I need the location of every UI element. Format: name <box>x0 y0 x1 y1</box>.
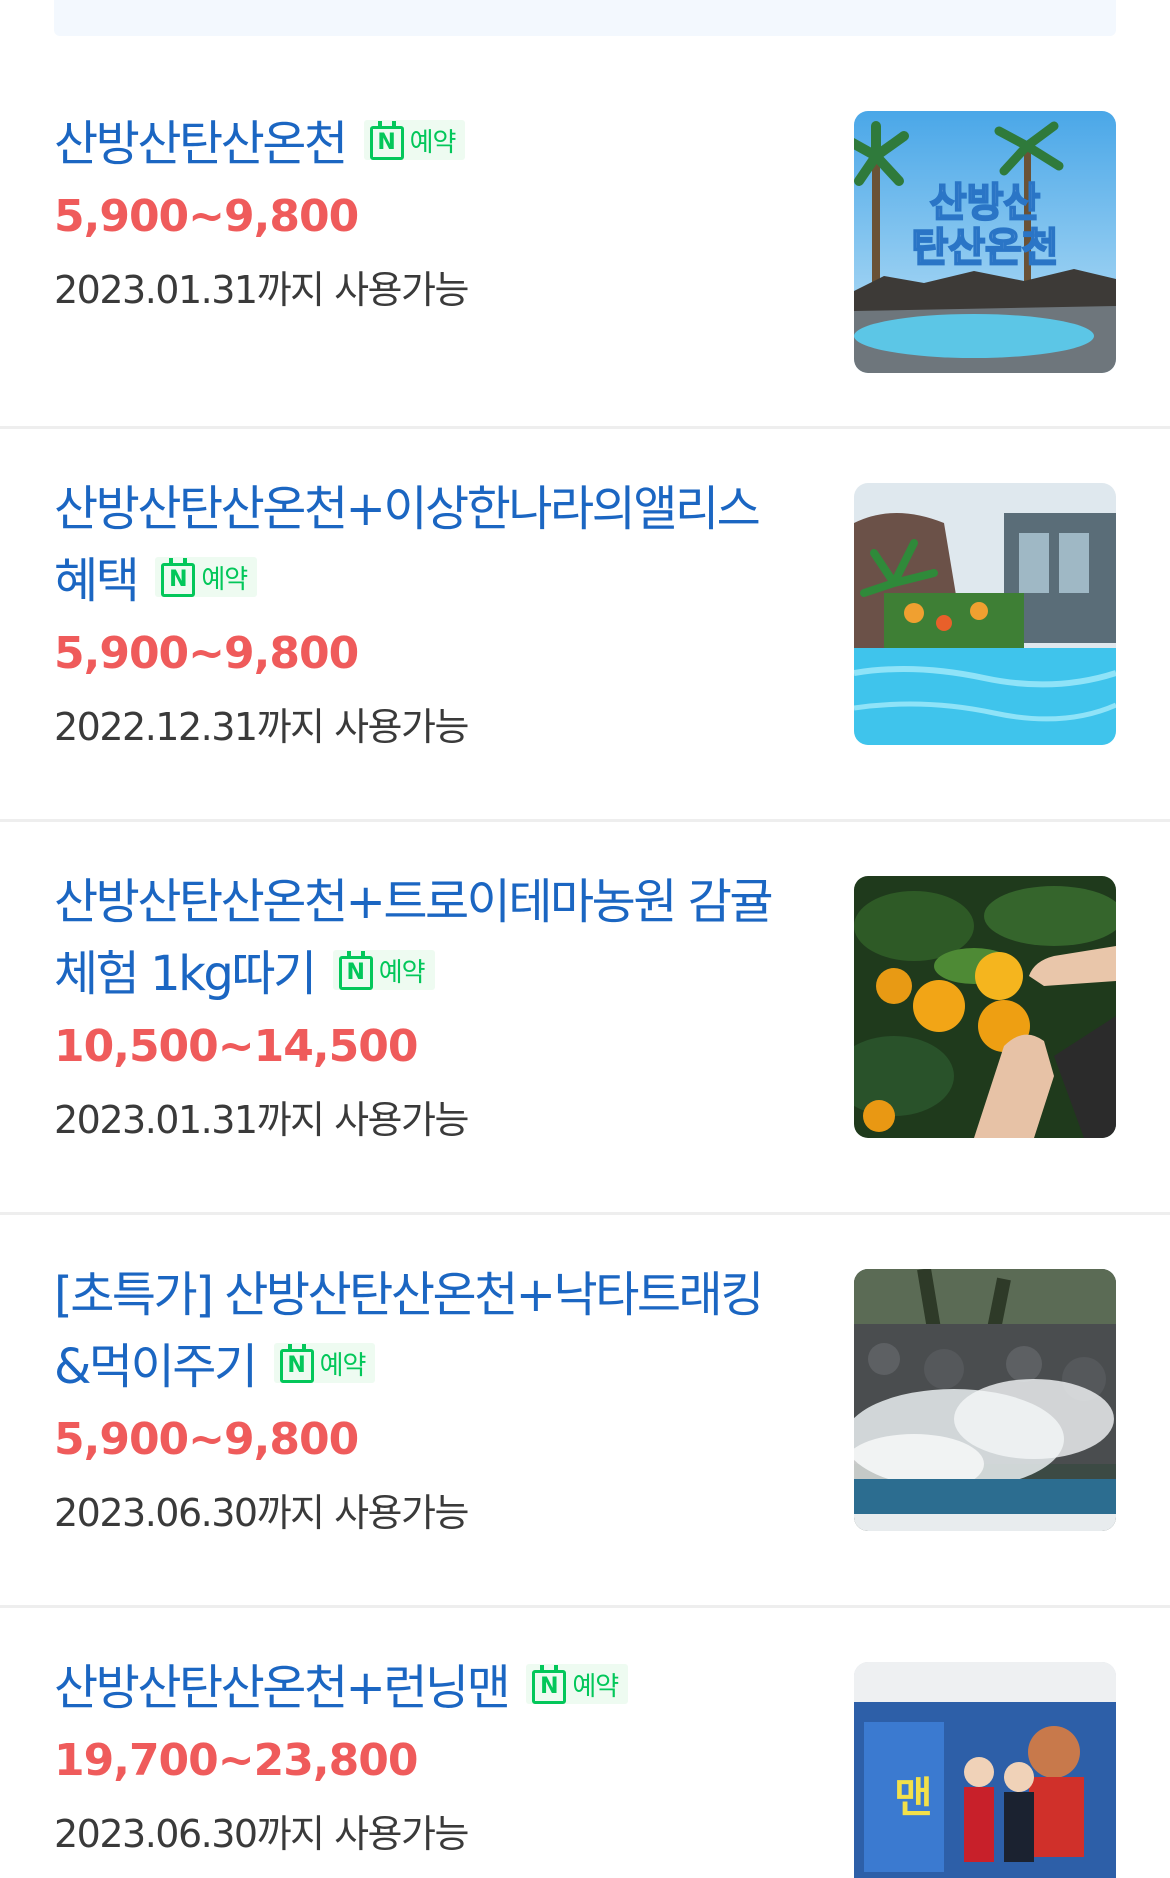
deal-price: 5,900~9,800 <box>54 1414 359 1465</box>
deal-item[interactable]: 산방산탄산온천 N 예약 5,900~9,800 2023.01.31까지 사용가능 <box>0 36 1170 429</box>
deal-title[interactable]: 산방산탄산온천 N 예약 <box>54 108 794 180</box>
naver-booking-calendar-icon: N <box>532 1665 567 1704</box>
deal-price: 5,900~9,800 <box>54 191 359 242</box>
top-banner-edge <box>54 0 1116 36</box>
naver-booking-calendar-icon: N <box>161 558 196 597</box>
deal-thumbnail-steam-spa[interactable] <box>854 1269 1116 1531</box>
naver-booking-calendar-icon: N <box>369 121 404 160</box>
deal-validity: 2023.01.31까지 사용가능 <box>54 268 469 312</box>
deal-title[interactable]: 산방산탄산온천+런닝맨 N 예약 <box>54 1652 794 1724</box>
deal-item[interactable]: 산방산탄산온천+이상한나라의앨리스 혜택 N 예약 5,900~9,800 2022… <box>0 429 1170 822</box>
deal-title[interactable]: [초특가] 산방산탄산온천+낙타트래킹&먹이주기 N 예약 <box>54 1259 794 1403</box>
deal-validity: 2023.01.31까지 사용가능 <box>54 1098 469 1142</box>
svg-text:맨: 맨 <box>894 1773 933 1822</box>
booking-badge: N 예약 <box>526 1664 629 1704</box>
naver-booking-calendar-icon: N <box>279 1344 314 1383</box>
booking-badge: N 예약 <box>363 120 466 160</box>
deal-item[interactable]: 산방산탄산온천+트로이테마농원 감귤체험 1kg따기 N 예약 10,500~14,… <box>0 822 1170 1215</box>
booking-badge: N 예약 <box>273 1343 376 1383</box>
deal-list-page: 산방산탄산온천 N 예약 5,900~9,800 2023.01.31까지 사용가능 <box>0 0 1170 1878</box>
deal-thumbnail-running-man[interactable]: 맨 <box>854 1662 1116 1878</box>
deal-title[interactable]: 산방산탄산온천+이상한나라의앨리스 혜택 N 예약 <box>54 473 794 617</box>
deal-item[interactable]: [초특가] 산방산탄산온천+낙타트래킹&먹이주기 N 예약 5,900~9,800 … <box>0 1215 1170 1608</box>
booking-badge: N 예약 <box>332 950 435 990</box>
thumbnail-caption-line1: 산방산 <box>930 180 1041 226</box>
deal-validity: 2023.06.30까지 사용가능 <box>54 1812 469 1856</box>
deal-price: 19,700~23,800 <box>54 1735 418 1786</box>
deal-validity: 2023.06.30까지 사용가능 <box>54 1491 469 1535</box>
naver-booking-calendar-icon: N <box>338 951 373 990</box>
thumbnail-caption-line2: 탄산온천 <box>911 225 1058 271</box>
deal-thumbnail-tangerine[interactable] <box>854 876 1116 1138</box>
deal-item[interactable]: 산방산탄산온천+런닝맨 N 예약 19,700~23,800 2023.06.30까… <box>0 1608 1170 1878</box>
deal-thumbnail-pool-garden[interactable] <box>854 483 1116 745</box>
deal-validity: 2022.12.31까지 사용가능 <box>54 705 469 749</box>
deal-price: 5,900~9,800 <box>54 628 359 679</box>
booking-badge: N 예약 <box>155 557 258 597</box>
deal-thumbnail-hot-spring[interactable]: 산방산 탄산온천 <box>854 111 1116 373</box>
deal-price: 10,500~14,500 <box>54 1021 418 1072</box>
deal-title[interactable]: 산방산탄산온천+트로이테마농원 감귤체험 1kg따기 N 예약 <box>54 866 794 1010</box>
